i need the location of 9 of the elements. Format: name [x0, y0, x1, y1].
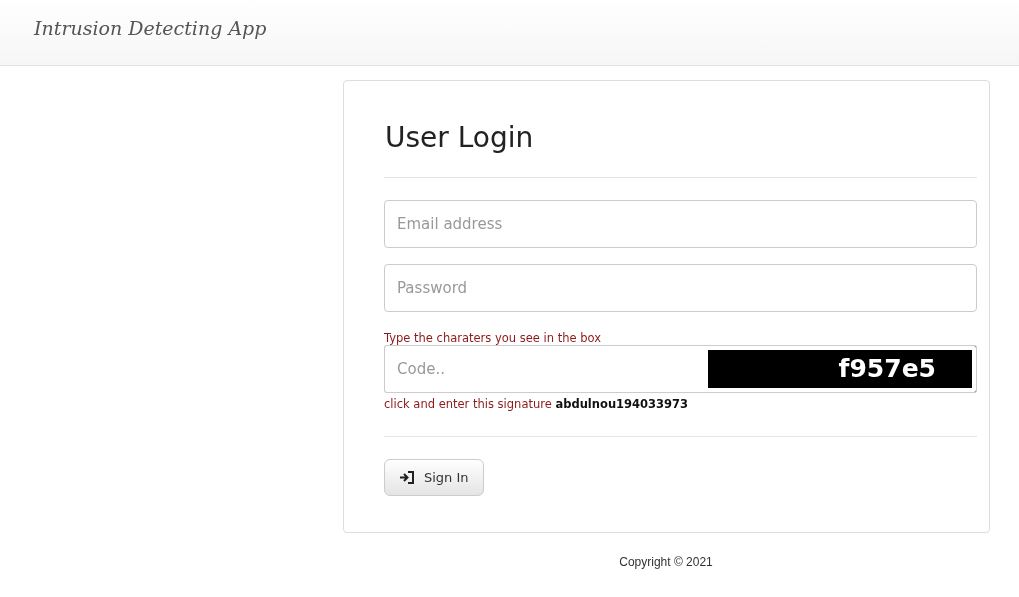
sign-in-icon	[399, 470, 414, 484]
login-title: User Login	[385, 121, 535, 155]
copyright-text: Copyright © 2021	[618, 554, 714, 572]
app-title: Intrusion Detecting App	[34, 17, 267, 39]
captcha-instruction: Type the charaters you see in the box	[384, 331, 603, 346]
email-field[interactable]: Email address	[384, 199, 977, 248]
signature-note: click and enter this signature abdulnou194033973	[384, 396, 690, 414]
password-field[interactable]: Password	[384, 263, 977, 312]
sign-in-button[interactable]: Sign In	[384, 458, 484, 497]
